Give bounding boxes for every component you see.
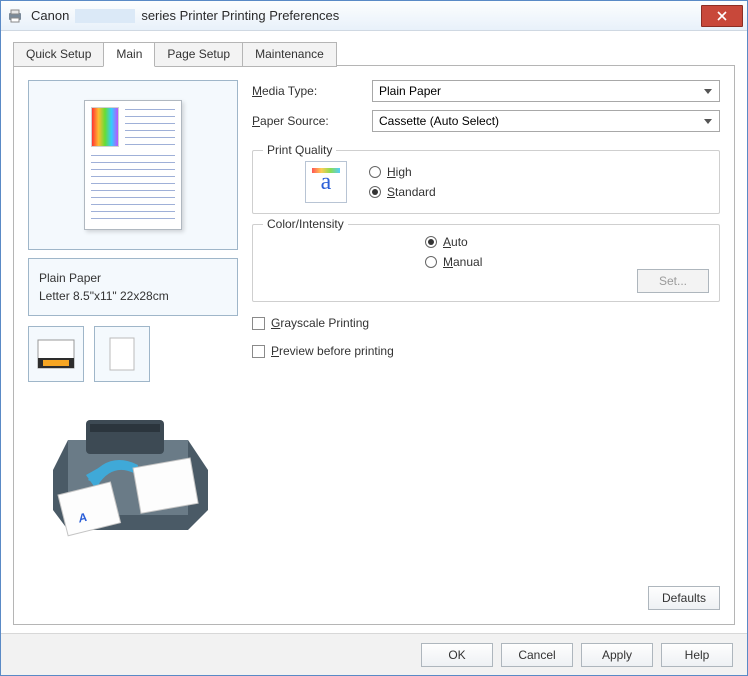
title-redacted: [75, 9, 135, 23]
checkbox-icon: [252, 345, 265, 358]
preview-info: Plain Paper Letter 8.5"x11" 22x28cm: [28, 258, 238, 316]
dialog-footer: OK Cancel Apply Help: [1, 633, 747, 675]
close-icon: [717, 11, 727, 21]
printer-icon: [7, 8, 23, 24]
tab-maintenance[interactable]: Maintenance: [242, 42, 337, 67]
radio-icon: [369, 186, 381, 198]
window-title-suffix: series Printer Printing Preferences: [141, 8, 339, 23]
paper-source-value: Cassette (Auto Select): [379, 114, 499, 128]
preview-paper-size: Letter 8.5"x11" 22x28cm: [39, 287, 227, 305]
radio-color-auto[interactable]: Auto: [425, 235, 482, 249]
radio-quality-standard[interactable]: Standard: [369, 185, 436, 199]
media-type-select[interactable]: Plain Paper: [372, 80, 720, 102]
close-button[interactable]: [701, 5, 743, 27]
left-column: Plain Paper Letter 8.5"x11" 22x28cm: [28, 80, 238, 610]
set-button[interactable]: Set...: [637, 269, 709, 293]
print-quality-icon: a: [305, 161, 347, 203]
printer-illustration: A: [28, 400, 238, 550]
paper-source-select[interactable]: Cassette (Auto Select): [372, 110, 720, 132]
preview-media-type: Plain Paper: [39, 269, 227, 287]
chevron-down-icon: [701, 114, 715, 128]
color-intensity-group: Color/Intensity Auto Manual: [252, 224, 720, 302]
apply-button[interactable]: Apply: [581, 643, 653, 667]
help-button[interactable]: Help: [661, 643, 733, 667]
tab-quick-setup[interactable]: Quick Setup: [13, 42, 104, 67]
tab-strip: Quick Setup Main Page Setup Maintenance: [13, 41, 735, 66]
ok-button[interactable]: OK: [421, 643, 493, 667]
page-preview-sheet: [84, 100, 182, 230]
paper-source-label: Paper Source:: [252, 114, 372, 128]
radio-icon: [369, 166, 381, 178]
color-intensity-label: Color/Intensity: [263, 217, 348, 231]
print-quality-label: Print Quality: [263, 143, 336, 157]
tab-page-setup[interactable]: Page Setup: [154, 42, 243, 67]
radio-color-manual-label: Manual: [443, 255, 482, 269]
right-column: Media Type: Plain Paper Paper Source: Ca…: [252, 80, 720, 610]
tab-page-main: Plain Paper Letter 8.5"x11" 22x28cm: [13, 65, 735, 625]
window-title-prefix: Canon: [31, 8, 69, 23]
paper-orientation-icon[interactable]: [94, 326, 150, 382]
radio-color-auto-label: Auto: [443, 235, 468, 249]
preferences-window: Canon series Printer Printing Preference…: [0, 0, 748, 676]
radio-quality-standard-label: Standard: [387, 185, 436, 199]
defaults-button[interactable]: Defaults: [648, 586, 720, 610]
client-area: Quick Setup Main Page Setup Maintenance: [1, 31, 747, 633]
grayscale-label: Grayscale Printing: [271, 316, 369, 330]
checkbox-icon: [252, 317, 265, 330]
tab-main[interactable]: Main: [103, 42, 155, 67]
preview-label: Preview before printing: [271, 344, 394, 358]
radio-icon: [425, 256, 437, 268]
color-mode-icon[interactable]: [28, 326, 84, 382]
titlebar: Canon series Printer Printing Preference…: [1, 1, 747, 31]
chevron-down-icon: [701, 84, 715, 98]
grayscale-checkbox[interactable]: Grayscale Printing: [252, 316, 720, 330]
preview-checkbox[interactable]: Preview before printing: [252, 344, 720, 358]
media-type-label: Media Type:: [252, 84, 372, 98]
option-icon-row: [28, 326, 238, 382]
page-preview: [28, 80, 238, 250]
media-type-value: Plain Paper: [379, 84, 441, 98]
cancel-button[interactable]: Cancel: [501, 643, 573, 667]
radio-quality-high[interactable]: High: [369, 165, 436, 179]
print-quality-group: Print Quality a High Standard: [252, 150, 720, 214]
radio-color-manual[interactable]: Manual: [425, 255, 482, 269]
radio-quality-high-label: High: [387, 165, 412, 179]
radio-icon: [425, 236, 437, 248]
